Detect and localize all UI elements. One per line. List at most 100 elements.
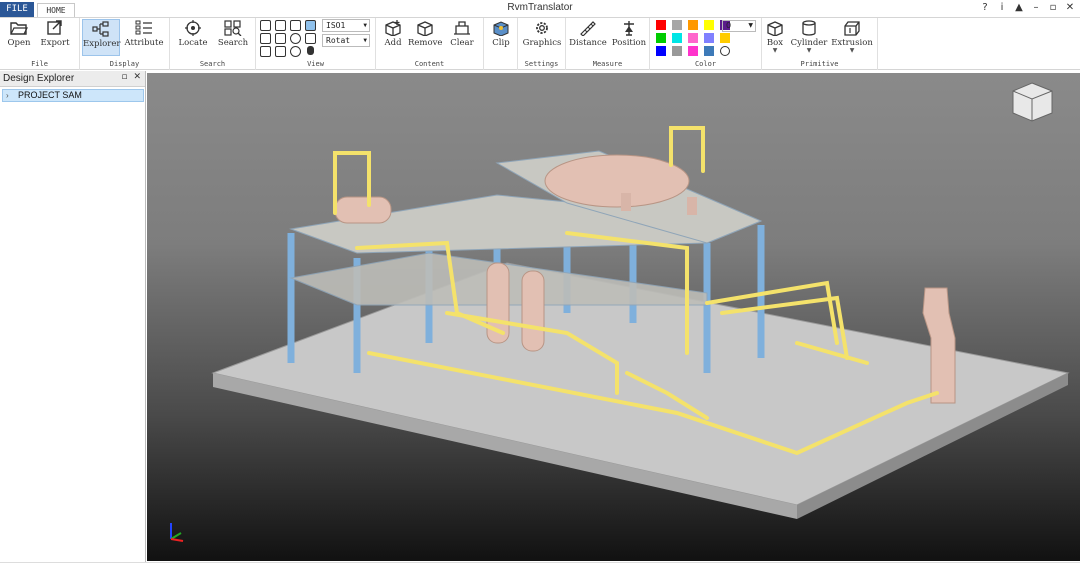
- position-label: Position: [611, 38, 647, 48]
- view-right-icon[interactable]: [275, 33, 286, 44]
- minimize-button[interactable]: –: [1030, 1, 1042, 15]
- box-button[interactable]: Box ▼: [764, 19, 786, 56]
- color-swatch[interactable]: [656, 46, 666, 56]
- remove-label: Remove: [408, 38, 443, 48]
- locate-button[interactable]: Locate: [174, 19, 212, 56]
- open-button[interactable]: Open: [4, 19, 34, 56]
- color-swatches: [656, 20, 731, 56]
- navigation-cube[interactable]: [1012, 82, 1053, 122]
- export-label: Export: [40, 38, 70, 48]
- color-swatch[interactable]: [688, 20, 698, 30]
- color-swatch[interactable]: [704, 46, 714, 56]
- color-swatch[interactable]: [688, 33, 698, 43]
- tab-file[interactable]: FILE: [0, 2, 34, 17]
- clip-button[interactable]: Clip: [486, 19, 516, 56]
- close-button[interactable]: ✕: [1064, 1, 1076, 15]
- zoom-fit-icon[interactable]: [290, 20, 301, 31]
- clip-cube-icon: [493, 21, 509, 36]
- plant-model-render[interactable]: [147, 73, 1080, 561]
- folder-open-icon: [10, 22, 28, 35]
- chevron-down-icon: ▼: [849, 47, 855, 54]
- open-label: Open: [7, 38, 31, 48]
- group-measure: Distance Position Measure: [566, 18, 650, 70]
- locate-label: Locate: [178, 38, 208, 48]
- group-view: ISO1 ▼ Rotat ▼ View: [256, 18, 376, 70]
- tab-home[interactable]: HOME: [37, 3, 75, 18]
- color-swatch[interactable]: [672, 46, 682, 56]
- cylinder-icon: [802, 20, 816, 36]
- view-icons-grid: [260, 20, 318, 57]
- info-icon[interactable]: i: [996, 1, 1008, 15]
- clear-icon: [454, 21, 470, 35]
- zoom-in-icon[interactable]: [290, 33, 301, 44]
- gear-icon: [536, 22, 548, 34]
- remove-button[interactable]: Remove: [408, 19, 442, 56]
- color-swatch[interactable]: [672, 33, 682, 43]
- view-bottom-icon[interactable]: [275, 46, 286, 57]
- design-explorer-title: Design Explorer: [3, 73, 75, 84]
- axis-triad: [170, 523, 184, 542]
- extrusion-button[interactable]: Extrusion ▼: [830, 19, 874, 56]
- group-display: Explorer Attribute Display: [80, 18, 170, 70]
- projection-dropdown[interactable]: ISO1 ▼: [322, 19, 370, 32]
- group-settings: Graphics Settings: [518, 18, 566, 70]
- view-front-icon[interactable]: [260, 20, 271, 31]
- group-color: 0 ▼ Color: [650, 18, 762, 70]
- tree-item-project[interactable]: › PROJECT SAM: [2, 89, 144, 102]
- box-icon: [767, 21, 783, 36]
- position-button[interactable]: Position: [609, 19, 649, 56]
- color-swatch[interactable]: [656, 20, 666, 30]
- add-box-icon: [385, 20, 401, 36]
- add-button[interactable]: Add: [378, 19, 408, 56]
- tree-icon: [92, 21, 109, 37]
- color-swatch[interactable]: [704, 33, 714, 43]
- zoom-out-icon[interactable]: [290, 46, 301, 57]
- color-swatch[interactable]: [688, 46, 698, 56]
- projection-value: ISO1: [326, 21, 346, 30]
- group-clip: Clip: [484, 18, 518, 70]
- chevron-down-icon: ▼: [772, 47, 778, 54]
- search-label: Search: [217, 38, 249, 48]
- distance-button[interactable]: Distance: [568, 19, 608, 56]
- restore-button[interactable]: ▫: [1047, 1, 1059, 15]
- more-colors-icon[interactable]: [720, 46, 730, 56]
- panel-buttons: ▫ ✕: [121, 72, 141, 82]
- float-panel-icon[interactable]: ▫: [121, 72, 127, 82]
- view-back-icon[interactable]: [275, 20, 286, 31]
- close-panel-icon[interactable]: ✕: [133, 72, 141, 82]
- group-content-label: Content: [414, 60, 445, 68]
- expand-arrow-icon[interactable]: ›: [6, 90, 9, 101]
- cylinder-button[interactable]: Cylinder ▼: [788, 19, 830, 56]
- group-settings-label: Settings: [524, 60, 559, 68]
- distance-label: Distance: [569, 38, 607, 48]
- view-left-icon[interactable]: [260, 33, 271, 44]
- help-icon[interactable]: ?: [979, 1, 991, 15]
- explorer-label: Explorer: [83, 39, 121, 49]
- cube-view-icon[interactable]: [305, 20, 316, 31]
- collapse-ribbon-icon[interactable]: ▲: [1013, 1, 1025, 15]
- color-swatch[interactable]: [704, 20, 714, 30]
- color-swatch[interactable]: [720, 33, 730, 43]
- group-search-label: Search: [199, 60, 226, 68]
- explorer-button[interactable]: Explorer: [82, 19, 120, 56]
- transparency-dropdown[interactable]: 0 ▼: [722, 20, 756, 32]
- clip-label: Clip: [492, 38, 510, 48]
- title-bar: FILE HOME RvmTranslator ? i ▲ – ▫ ✕: [0, 0, 1080, 18]
- design-explorer-header: Design Explorer ▫ ✕: [0, 71, 145, 87]
- color-swatch[interactable]: [656, 33, 666, 43]
- graphics-button[interactable]: Graphics: [521, 19, 563, 56]
- rotate-dropdown[interactable]: Rotat ▼: [322, 34, 370, 47]
- light-icon[interactable]: [307, 46, 314, 55]
- clear-button[interactable]: Clear: [446, 19, 478, 56]
- view-top-icon[interactable]: [260, 46, 271, 57]
- ribbon: Open Export File Explorer Attribute Disp…: [0, 17, 1080, 70]
- target-icon: [185, 20, 201, 36]
- wireframe-icon[interactable]: [305, 33, 316, 44]
- extrusion-icon: [844, 21, 860, 36]
- 3d-viewport[interactable]: [147, 73, 1080, 561]
- export-button[interactable]: Export: [38, 19, 72, 56]
- color-swatch[interactable]: [672, 20, 682, 30]
- search-button[interactable]: Search: [214, 19, 252, 56]
- attribute-button[interactable]: Attribute: [122, 19, 166, 56]
- group-content: Add Remove Clear Content: [376, 18, 484, 70]
